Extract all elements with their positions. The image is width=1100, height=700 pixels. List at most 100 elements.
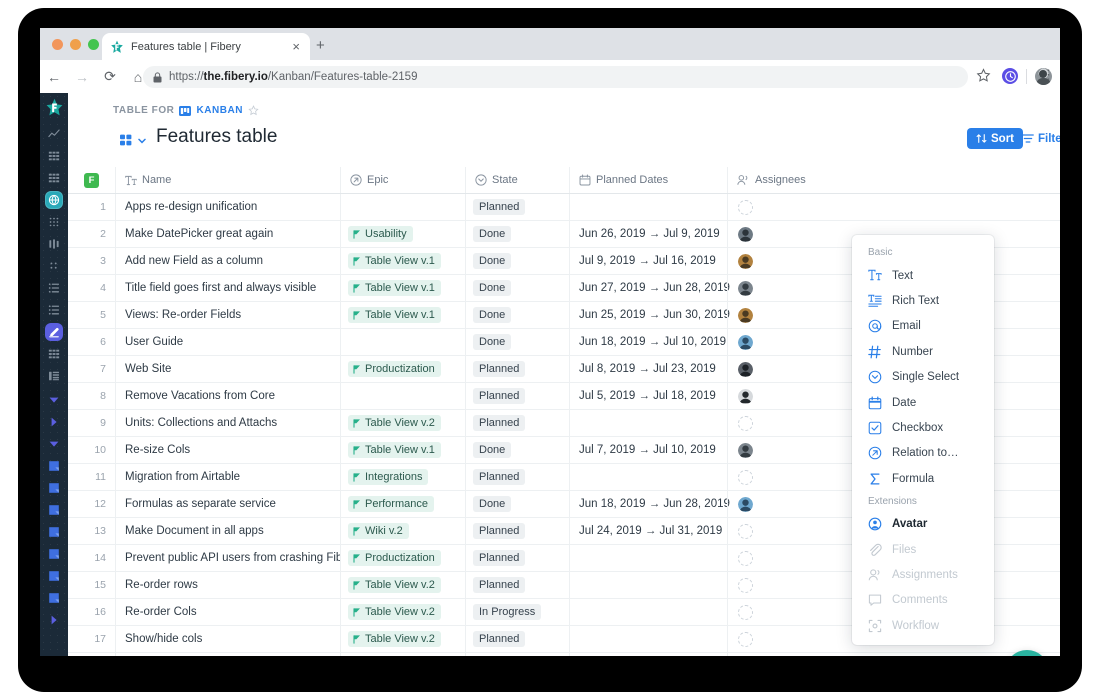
avatar-placeholder[interactable] [738,524,753,539]
window-minimize-button[interactable] [70,39,81,50]
dropdown-item-rich-text[interactable]: Rich Text [852,288,994,313]
epic-tag[interactable]: Table View v.2 [348,604,441,620]
epic-tag[interactable]: Table View v.2 [348,577,441,593]
cell-assignees[interactable] [727,653,837,656]
cell-state[interactable]: Done [465,329,569,355]
cell-assignees[interactable] [727,302,837,328]
cell-epic[interactable]: Table View v.1 [340,302,465,328]
epic-tag[interactable]: Usability [348,226,413,242]
sidebar-item-3[interactable] [45,191,63,209]
sidebar-item-14[interactable] [45,435,63,453]
cell-name[interactable]: Prevent public API users from crashing F… [115,545,340,571]
column-header-assignees[interactable]: Assignees [727,167,837,193]
avatar-placeholder[interactable] [738,416,753,431]
cell-planned-dates[interactable] [569,599,727,625]
epic-tag[interactable]: Table View v.1 [348,307,441,323]
cell-name[interactable]: Units: Collections and Attachs [115,410,340,436]
sidebar-item-8[interactable] [45,301,63,319]
cell-planned-dates[interactable]: Jul 24, 2019 → Jul 31, 2019 [569,518,727,544]
cell-state[interactable]: Planned [465,518,569,544]
cell-planned-dates[interactable]: Jul 5, 2019 → Jul 18, 2019 [569,383,727,409]
window-maximize-button[interactable] [88,39,99,50]
cell-assignees[interactable] [727,626,837,652]
epic-tag[interactable]: Table View v.2 [348,415,441,431]
dropdown-item-avatar[interactable]: Avatar [852,512,994,537]
epic-tag[interactable]: Table View v.1 [348,253,441,269]
cell-planned-dates[interactable]: Jul 8, 2019 → Jul 23, 2019 [569,356,727,382]
sidebar-item-4[interactable] [45,213,63,231]
browser-menu-button[interactable]: ⋮ [1042,68,1055,81]
extension-icon[interactable] [1002,68,1018,84]
sidebar-item-1[interactable] [45,147,63,165]
sidebar-item-12[interactable] [45,391,63,409]
cell-epic[interactable]: Productization [340,356,465,382]
cell-assignees[interactable] [727,572,837,598]
breadcrumb-kanban-link[interactable]: KANBAN [196,105,243,116]
dropdown-item-single-select[interactable]: Single Select [852,365,994,390]
cell-planned-dates[interactable]: Jul 9, 2019 → Jul 16, 2019 [569,248,727,274]
cell-assignees[interactable] [727,221,837,247]
cell-name[interactable]: Views: Re-order Fields [115,302,340,328]
column-header-name[interactable]: Name [115,167,340,193]
cell-assignees[interactable] [727,491,837,517]
cell-planned-dates[interactable]: Jul 7, 2019 → Jul 10, 2019 [569,437,727,463]
cell-planned-dates[interactable] [569,464,727,490]
avatar[interactable] [738,335,753,350]
cell-epic[interactable]: Table View v.2 [340,599,465,625]
cell-assignees[interactable] [727,545,837,571]
cell-name[interactable]: Make Document in all apps [115,518,340,544]
cell-planned-dates[interactable]: Jun 25, 2019 → Jun 30, 2019 [569,302,727,328]
cell-epic[interactable]: Wiki v.2 [340,518,465,544]
column-header-planned-dates[interactable]: Planned Dates [569,167,727,193]
cell-state[interactable]: Done [465,221,569,247]
address-bar[interactable]: https://the.fibery.io/Kanban/Features-ta… [143,66,968,88]
sidebar-item-18[interactable] [45,523,63,541]
cell-planned-dates[interactable] [569,626,727,652]
cell-name[interactable]: Migration from Airtable [115,464,340,490]
cell-state[interactable]: Done [465,653,569,656]
cell-state[interactable]: Planned [465,410,569,436]
cell-epic[interactable]: Productization [340,545,465,571]
avatar-placeholder[interactable] [738,470,753,485]
cell-name[interactable]: Remove Vacations from Core [115,383,340,409]
filter-button[interactable]: Filter [1019,128,1060,149]
cell-planned-dates[interactable]: Jun 27, 2019 → Jun 28, 2019 [569,275,727,301]
cell-planned-dates[interactable]: Jun 18, 2019 → Jul 10, 2019 [569,329,727,355]
cell-state[interactable]: Planned [465,464,569,490]
epic-tag[interactable]: Productization [348,361,441,377]
avatar[interactable] [738,443,753,458]
favorite-star-icon[interactable] [248,105,259,116]
cell-epic[interactable]: Integrations [340,464,465,490]
avatar-placeholder[interactable] [738,578,753,593]
cell-planned-dates[interactable]: Jun 18, 2019 → Jun 28, 2019 [569,491,727,517]
cell-assignees[interactable] [727,383,837,409]
sidebar-item-11[interactable] [45,367,63,385]
cell-state[interactable]: Planned [465,572,569,598]
fibery-logo-icon[interactable] [45,98,64,117]
sort-button[interactable]: Sort [967,128,1023,149]
new-tab-button[interactable]: + [316,38,325,53]
avatar-placeholder[interactable] [738,551,753,566]
cell-state[interactable]: Done [465,491,569,517]
cell-assignees[interactable] [727,410,837,436]
cell-name[interactable]: Web Site [115,356,340,382]
cell-name[interactable]: Make DatePicker great again [115,221,340,247]
avatar[interactable] [738,281,753,296]
cell-state[interactable]: Planned [465,626,569,652]
cell-name[interactable]: Add new entity [115,653,340,656]
avatar[interactable] [738,227,753,242]
sidebar-item-9[interactable] [45,323,63,341]
sidebar-item-7[interactable] [45,279,63,297]
back-button[interactable]: ← [40,69,68,85]
epic-tag[interactable]: Integrations [348,469,428,485]
column-header-state[interactable]: State [465,167,569,193]
table-row[interactable]: 1Apps re-design unificationPlanned [68,194,1060,221]
cell-epic[interactable]: Table View v.1 [340,653,465,656]
cell-name[interactable]: Apps re-design unification [115,194,340,220]
sidebar-item-6[interactable] [45,257,63,275]
cell-assignees[interactable] [727,464,837,490]
epic-tag[interactable]: Table View v.2 [348,631,441,647]
cell-assignees[interactable] [727,248,837,274]
cell-name[interactable]: Title field goes first and always visibl… [115,275,340,301]
dropdown-item-email[interactable]: Email [852,314,994,339]
